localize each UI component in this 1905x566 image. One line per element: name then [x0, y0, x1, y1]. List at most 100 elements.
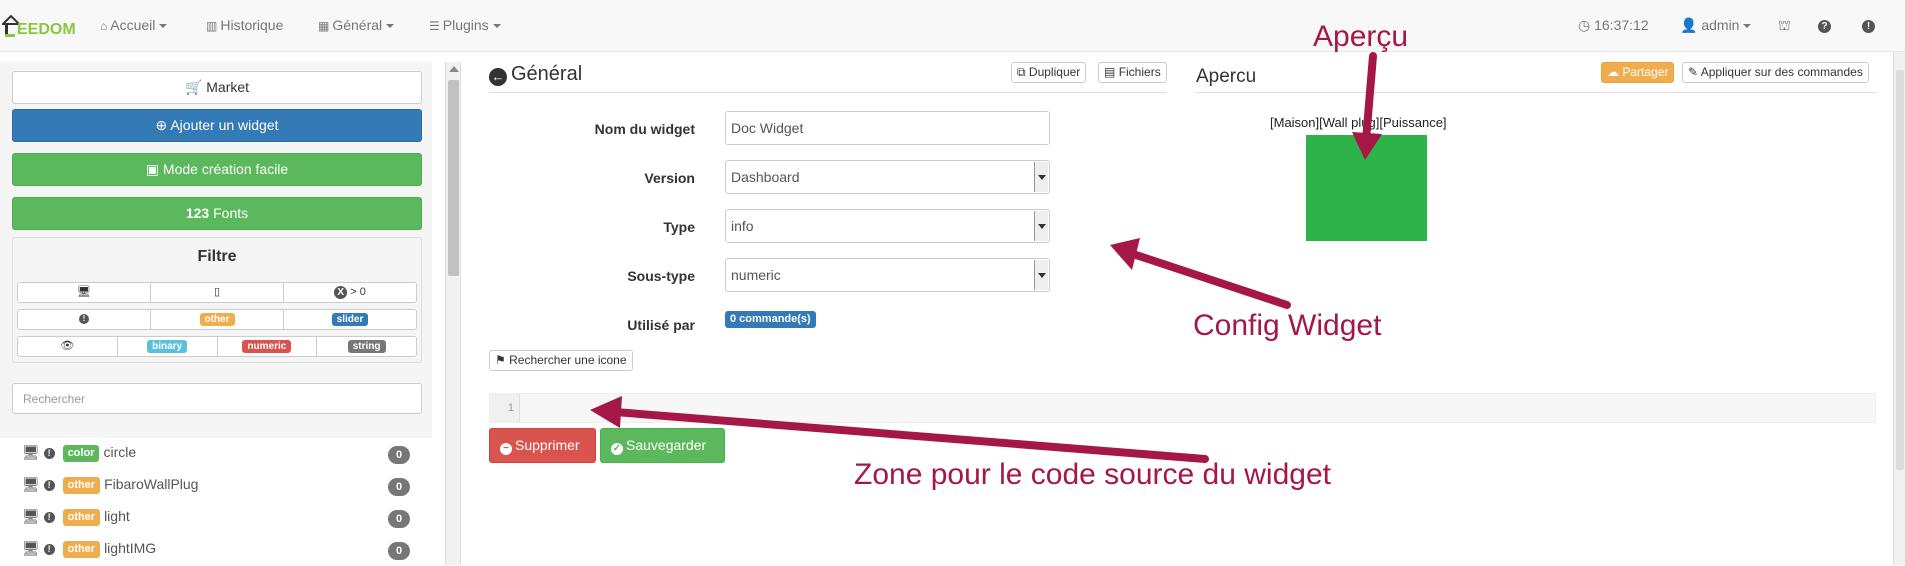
- market-button[interactable]: 🛒 Market: [12, 71, 422, 104]
- exclamation-icon: !: [43, 447, 55, 459]
- chevron-down-icon: [159, 24, 168, 29]
- filter-panel: Filtre 🖥 ▯ X > 0 ! other slider 👁 binary…: [12, 237, 422, 363]
- desktop-icon: 🖥: [22, 508, 40, 524]
- exclamation-icon: !: [43, 511, 55, 523]
- annotation-code-zone: Zone pour le code source du widget: [854, 458, 1331, 491]
- save-button[interactable]: ✓ Sauvegarder: [600, 428, 725, 463]
- filter-string[interactable]: string: [317, 337, 416, 356]
- question-icon: ?: [1818, 19, 1831, 33]
- file-icon: ▤: [1104, 65, 1116, 79]
- widget-tag: other: [62, 540, 101, 558]
- user-menu[interactable]: 👤 admin: [1680, 17, 1752, 34]
- page-scrollbar[interactable]: [1893, 52, 1905, 565]
- list-item[interactable]: 🖥 ! other light 0: [22, 508, 422, 530]
- nav-accueil-label: Accueil: [110, 17, 156, 33]
- sidebar: 🛒 Market ⊕ Ajouter un widget ▣ Mode créa…: [0, 62, 432, 566]
- eye-icon: 👁: [60, 340, 75, 352]
- filter-slider[interactable]: slider: [284, 310, 416, 329]
- page-title: ← Général: [489, 63, 582, 86]
- widget-list: 🖥 ! color circle 0 🖥 ! other FibaroWallPlu…: [0, 438, 432, 566]
- files-label: Fichiers: [1118, 65, 1161, 79]
- page-title-text: Général: [511, 63, 583, 85]
- easy-mode-button[interactable]: ▣ Mode création facile: [12, 153, 422, 186]
- sitemap-button[interactable]: ⛫: [1778, 17, 1791, 36]
- cloud-upload-icon: ☁: [1607, 65, 1619, 79]
- filter-title: Filtre: [197, 248, 237, 265]
- annotation-apercu: Aperçu: [1313, 20, 1409, 53]
- filter-numeric[interactable]: numeric: [218, 337, 318, 356]
- widget-name: light: [104, 508, 130, 524]
- preview-title: Apercu: [1196, 66, 1257, 87]
- search-input[interactable]: Rechercher: [12, 383, 422, 414]
- filter-count[interactable]: X > 0: [284, 283, 416, 302]
- version-select[interactable]: Dashboard: [725, 160, 1050, 194]
- widget-count-badge: 0: [388, 510, 410, 528]
- filter-binary[interactable]: binary: [118, 337, 218, 356]
- subtype-label: Sous-type: [627, 268, 695, 284]
- search-icon-label: Rechercher une icone: [509, 353, 627, 367]
- type-label: Type: [663, 219, 695, 235]
- apply-commands-button[interactable]: ✎ Appliquer sur des commandes: [1682, 62, 1869, 83]
- duplicate-button[interactable]: ⧉ Dupliquer: [1011, 62, 1087, 83]
- fonts-label: Fonts: [213, 205, 249, 221]
- flag-icon: ⚑: [495, 353, 506, 367]
- top-navbar: EEDOM ⌂ Accueil ▥ Historique ▦ Général ☰ Plu…: [0, 0, 1905, 52]
- preview-divider: [1196, 92, 1876, 93]
- nav-accueil[interactable]: ⌂ Accueil: [100, 17, 168, 33]
- used-by-badge[interactable]: 0 commande(s): [725, 311, 816, 329]
- share-label: Partager: [1622, 65, 1669, 79]
- filter-other[interactable]: other: [151, 310, 284, 329]
- filter-mobile[interactable]: ▯: [151, 283, 284, 302]
- widget-tag: other: [62, 508, 101, 526]
- chevron-down-icon: [386, 24, 395, 29]
- type-select[interactable]: info: [725, 209, 1050, 243]
- search-icon-button[interactable]: ⚑ Rechercher une icone: [489, 350, 633, 371]
- tag-numeric: numeric: [242, 339, 292, 353]
- filter-info[interactable]: !: [18, 310, 151, 329]
- list-item[interactable]: 🖥 ! other FibaroWallPlug 0: [22, 476, 422, 498]
- fonts-button[interactable]: 123 Fonts: [12, 197, 422, 230]
- scroll-up-icon[interactable]: [449, 66, 459, 72]
- delete-button[interactable]: − Supprimer: [489, 428, 596, 463]
- widget-name: FibaroWallPlug: [104, 476, 199, 492]
- sitemap-icon: ⛫: [1778, 17, 1791, 33]
- sidebar-scrollbar[interactable]: [445, 62, 461, 565]
- filter-desktop[interactable]: 🖥: [18, 283, 151, 302]
- widget-name-input[interactable]: Doc Widget: [725, 111, 1050, 145]
- files-button[interactable]: ▤ Fichiers: [1098, 62, 1167, 83]
- list-item[interactable]: 🖥 ! other lightIMG 0: [22, 540, 422, 562]
- nav-historique[interactable]: ▥ Historique: [206, 17, 283, 33]
- desktop-icon: 🖥: [22, 540, 40, 556]
- apply-label: Appliquer sur des commandes: [1700, 65, 1863, 79]
- delete-label: Supprimer: [515, 437, 580, 453]
- help-button[interactable]: ?: [1818, 17, 1831, 33]
- filter-eye[interactable]: 👁: [18, 337, 118, 356]
- share-button[interactable]: ☁ Partager: [1601, 62, 1675, 83]
- nav-plugins[interactable]: ☰ Plugins: [429, 17, 501, 33]
- code-editor[interactable]: 1: [489, 393, 1876, 423]
- subtype-value: numeric: [731, 267, 781, 283]
- desktop-icon: 🖥: [22, 444, 40, 460]
- cart-icon: 🛒: [184, 79, 203, 95]
- add-widget-button[interactable]: ⊕ Ajouter un widget: [12, 109, 422, 142]
- scrollbar-thumb[interactable]: [448, 80, 459, 276]
- page-scrollbar-thumb[interactable]: [1896, 70, 1904, 470]
- home-icon: ⌂: [100, 19, 108, 33]
- bar-chart-icon: ▥: [206, 19, 218, 33]
- widget-name: circle: [103, 444, 137, 460]
- add-widget-label: Ajouter un widget: [170, 117, 279, 133]
- chevron-down-icon: [1034, 211, 1048, 241]
- x-icon: X: [334, 285, 348, 299]
- back-arrow-icon[interactable]: ←: [489, 68, 507, 86]
- jeedom-logo[interactable]: EEDOM: [2, 10, 76, 44]
- widget-name: lightIMG: [104, 540, 157, 556]
- subtype-select[interactable]: numeric: [725, 258, 1050, 292]
- clock-icon: ◷: [1578, 17, 1591, 33]
- info-button[interactable]: !: [1862, 17, 1875, 33]
- chevron-down-icon: [1034, 260, 1048, 290]
- list-item[interactable]: 🖥 ! color circle 0: [22, 444, 422, 466]
- desktop-icon: 🖥: [22, 476, 40, 492]
- version-label: Version: [644, 170, 695, 186]
- nav-general[interactable]: ▦ Général: [318, 17, 395, 33]
- exclamation-icon: !: [43, 479, 55, 491]
